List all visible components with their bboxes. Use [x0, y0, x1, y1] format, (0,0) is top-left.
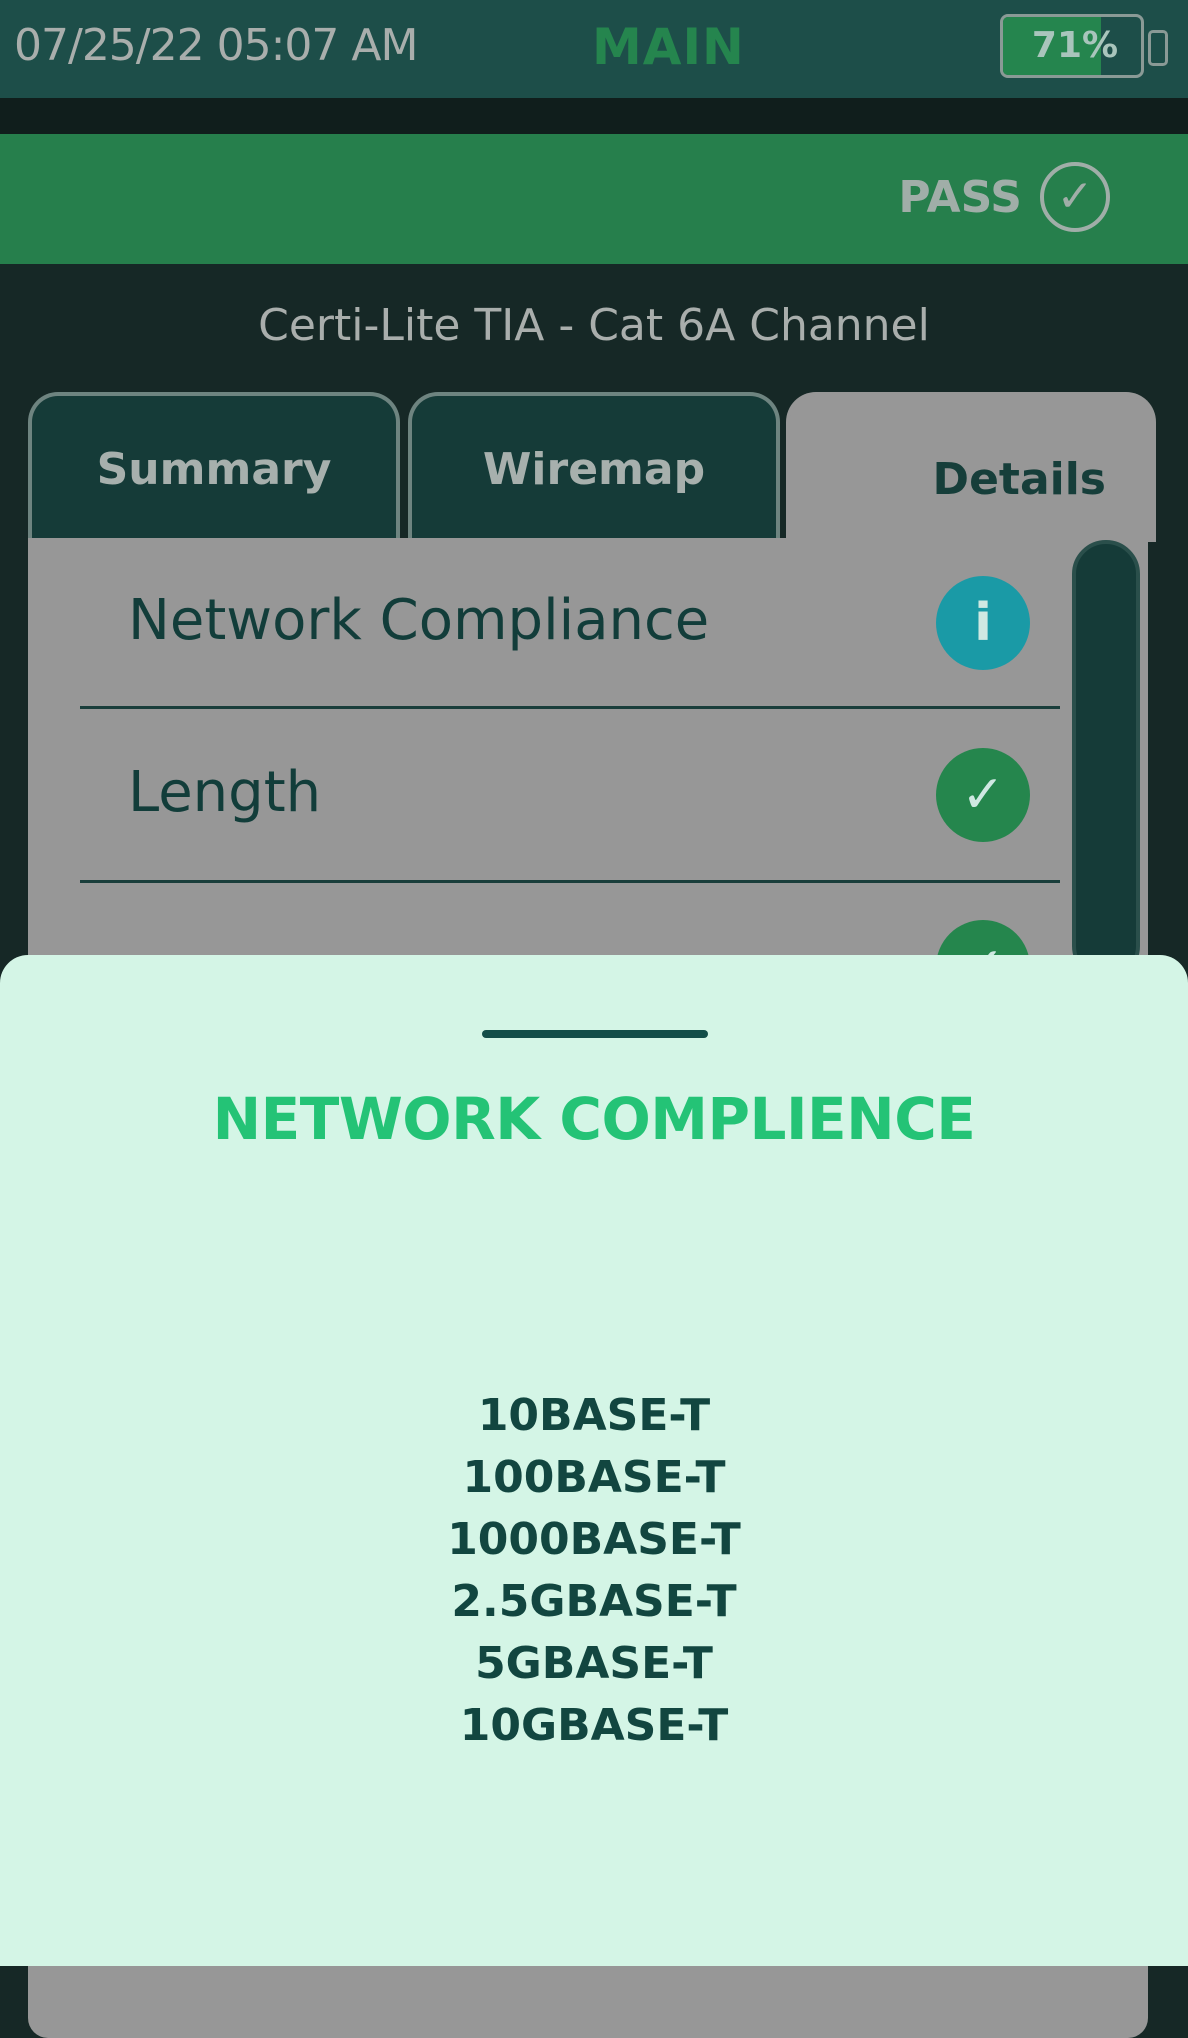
row-divider: [80, 880, 1060, 883]
tab-wiremap-label: Wiremap: [482, 444, 706, 495]
detail-row-network-compliance[interactable]: Network Compliance i: [80, 540, 1060, 710]
divider-strip: [0, 98, 1188, 134]
check-icon: ✓: [936, 748, 1030, 842]
result-banner: PASS ✓: [0, 134, 1188, 264]
battery-tip: [1148, 30, 1168, 66]
tab-details-label: Details: [932, 454, 1106, 505]
detail-row-partial[interactable]: ✓: [100, 884, 1060, 1014]
info-icon[interactable]: i: [936, 576, 1030, 670]
standards-list: 10BASE-T 100BASE-T 1000BASE-T 2.5GBASE-T…: [0, 1385, 1188, 1757]
detail-row-label: Network Compliance: [128, 588, 710, 653]
row-divider: [80, 706, 1060, 709]
datetime: 07/25/22 05:07 AM: [14, 20, 418, 71]
test-name: Certi-Lite TIA - Cat 6A Channel: [258, 300, 930, 351]
sheet-title: NETWORK COMPLIENCE: [212, 1085, 976, 1153]
standard-item: 100BASE-T: [462, 1452, 726, 1503]
sheet-drag-handle[interactable]: [482, 1030, 708, 1038]
tab-details[interactable]: Details: [786, 392, 1156, 542]
standard-item: 5GBASE-T: [475, 1638, 713, 1689]
tab-summary-label: Summary: [96, 444, 332, 495]
bottom-sheet: NETWORK COMPLIENCE 10BASE-T 100BASE-T 10…: [0, 955, 1188, 1966]
tab-wiremap[interactable]: Wiremap: [408, 392, 780, 542]
battery-percent: 71%: [1031, 25, 1119, 66]
mode-title: MAIN: [592, 18, 745, 76]
standard-item: 2.5GBASE-T: [451, 1576, 737, 1627]
check-circle-icon: ✓: [1040, 162, 1110, 232]
tab-summary[interactable]: Summary: [28, 392, 400, 542]
standard-item: 10BASE-T: [477, 1390, 711, 1441]
battery-indicator: 71%: [1000, 14, 1144, 78]
result-label: PASS: [898, 172, 1022, 223]
status-bar: 07/25/22 05:07 AM MAIN 71%: [0, 0, 1188, 98]
standard-item: 10GBASE-T: [459, 1700, 729, 1751]
standard-item: 1000BASE-T: [447, 1514, 741, 1565]
scrollbar[interactable]: [1072, 540, 1140, 980]
detail-row-length[interactable]: Length ✓: [80, 712, 1060, 883]
detail-row-label: Length: [128, 760, 322, 825]
